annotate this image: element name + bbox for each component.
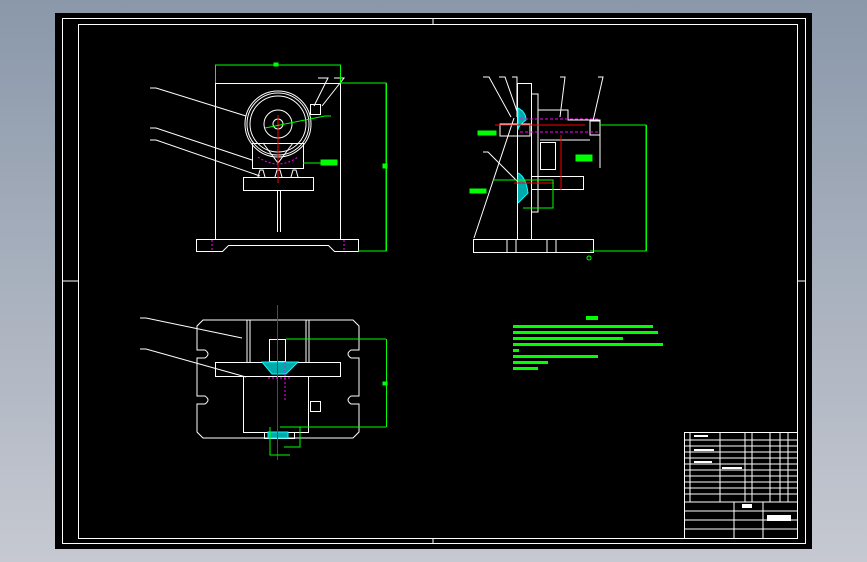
cad-viewport[interactable] (0, 0, 867, 562)
model-space (55, 13, 812, 549)
drawing-canvas[interactable] (0, 0, 867, 562)
